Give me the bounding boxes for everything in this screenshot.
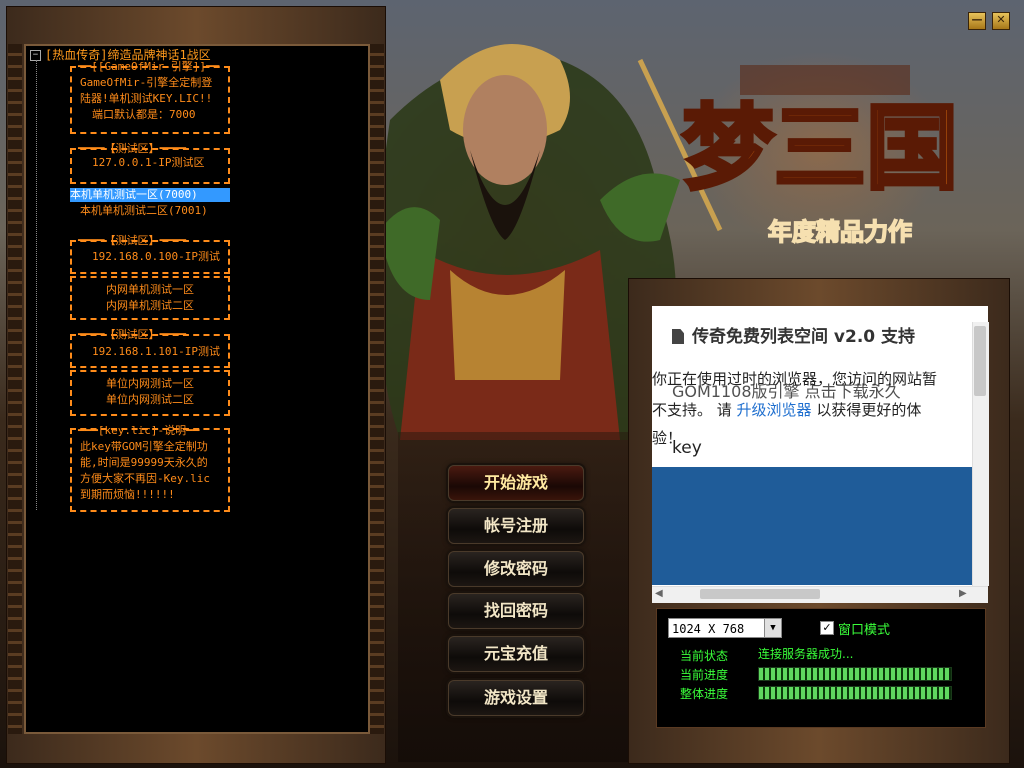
warning-line-2-post: 以获得更好的体 [811, 401, 922, 419]
status-value: 连接服务器成功... [758, 647, 854, 661]
scroll-right-icon[interactable]: ▶ [959, 588, 967, 599]
tree-item[interactable]: 127.0.0.1-IP测试区 [92, 156, 204, 170]
warning-line-2-pre: 不支持。 请 [652, 401, 737, 419]
recover-password-button[interactable]: 找回密码 [448, 593, 584, 629]
upgrade-browser-link[interactable]: 升级浏览器 [737, 401, 812, 419]
close-button[interactable]: ✕ [992, 12, 1010, 30]
notice-title: 传奇免费列表空间 v2.0 支持 [672, 322, 915, 347]
key-text: key [672, 438, 702, 458]
recharge-button[interactable]: 元宝充值 [448, 636, 584, 672]
scroll-left-icon[interactable]: ◀ [655, 588, 663, 599]
chevron-down-icon[interactable]: ▼ [764, 619, 781, 637]
change-password-button[interactable]: 修改密码 [448, 551, 584, 587]
total-label: 整体进度 [680, 687, 729, 701]
current-progress-fill [759, 668, 950, 680]
progress-label: 当前进度 [680, 668, 729, 682]
tree-item[interactable]: 此key带GOM引擎全定制功 [80, 440, 208, 454]
vertical-scroll-thumb[interactable] [974, 326, 986, 396]
status-label: 当前状态 [680, 649, 729, 663]
notice-content-area [652, 467, 972, 585]
tree-item[interactable]: GameOfMir-引擎全定制登 [80, 76, 212, 90]
minimize-button[interactable]: — [968, 12, 986, 30]
tree-connector [36, 60, 37, 510]
tree-item[interactable]: ━━━━【测试区】━━━━ [78, 328, 186, 342]
start-game-button[interactable]: 开始游戏 [448, 465, 584, 501]
right-rail [370, 44, 384, 734]
current-progress-bar [758, 667, 952, 681]
tree-item[interactable]: 192.168.0.100-IP测试 [92, 250, 220, 264]
game-settings-button[interactable]: 游戏设置 [448, 680, 584, 716]
tree-item[interactable]: 端口默认都是：7000 [92, 108, 196, 122]
tree-item[interactable]: ━━━━【测试区】━━━━ [78, 234, 186, 248]
logo-title: 梦三国 [682, 94, 958, 202]
document-icon [672, 329, 684, 344]
tree-item[interactable]: 内网单机测试一区 [106, 283, 194, 297]
tree-item[interactable]: 单位内网测试二区 [106, 393, 194, 407]
tree-item[interactable]: ━━━[key.lic]-说明━━ [78, 424, 199, 438]
tree-item[interactable]: ━━[[GameOfMir-引擎]]━━ [78, 60, 219, 74]
tree-item[interactable]: 本机单机测试二区(7001) [80, 204, 208, 218]
game-logo: 梦三国 年度精品力作 [680, 65, 960, 247]
register-button[interactable]: 帐号注册 [448, 508, 584, 544]
resolution-value: 1024 X 768 [672, 622, 745, 636]
resolution-select[interactable]: 1024 X 768 ▼ [668, 618, 782, 638]
left-rail [8, 44, 22, 734]
total-progress-bar [758, 686, 952, 700]
notice-title-text: 传奇免费列表空间 v2.0 支持 [692, 327, 916, 347]
tree-item[interactable]: ━━━━【测试区】━━━━ [78, 142, 186, 156]
tree-item-selected[interactable]: 本机单机测试一区(7000) [70, 188, 230, 202]
window-mode-checkbox[interactable]: ✓ [820, 621, 834, 635]
tree-item[interactable]: 单位内网测试一区 [106, 377, 194, 391]
tree-item[interactable]: 内网单机测试二区 [106, 299, 194, 313]
download-link[interactable]: GOM1108版引擎 点击下载永久 [672, 378, 901, 402]
tree-item[interactable]: 方便大家不再因-Key.lic [80, 472, 210, 486]
tree-item[interactable]: 能,时间是99999天永久的 [80, 456, 208, 470]
tree-item[interactable]: 192.168.1.101-IP测试 [92, 345, 220, 359]
total-progress-fill [759, 687, 950, 699]
horizontal-scroll-thumb[interactable] [700, 589, 820, 599]
tree-item[interactable]: 陆器!单机测试KEY.LIC!! [80, 92, 212, 106]
window-controls: — ✕ [968, 12, 1010, 30]
window-mode-label: 窗口模式 [838, 623, 891, 638]
tree-item[interactable]: 到期而烦恼!!!!!! [80, 488, 175, 502]
logo-subtitle: 年度精品力作 [768, 218, 912, 246]
